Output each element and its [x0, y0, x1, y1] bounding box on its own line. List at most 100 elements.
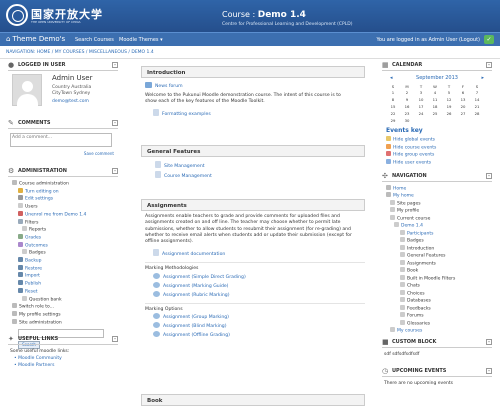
nav-item-current-course[interactable]: Current course [382, 214, 492, 223]
custom-block-header[interactable]: ■ CUSTOM BLOCK – [382, 337, 492, 348]
calendar-day[interactable]: 15 [386, 103, 400, 110]
calendar-day[interactable]: 11 [428, 96, 442, 103]
assignment-link[interactable]: Assignment (Group Marking) [145, 313, 365, 322]
collapse-icon[interactable]: – [112, 168, 118, 174]
calendar-day[interactable]: 2 [400, 89, 414, 96]
collapse-icon[interactable]: – [486, 368, 492, 375]
section-general-header[interactable]: General Features [141, 145, 365, 157]
calendar-day[interactable]: 26 [442, 110, 456, 117]
next-month-icon[interactable]: ▸ [481, 75, 484, 81]
admin-item[interactable]: Turn editing on [8, 187, 118, 196]
useful-links-block-header[interactable]: ✦ USEFUL LINKS – [8, 334, 118, 345]
course-management-link[interactable]: Course Management [155, 171, 365, 181]
nav-item-choices[interactable]: Choices [382, 289, 492, 298]
assignment-link[interactable]: Assignment (Blind Marking) [145, 322, 365, 331]
nav-item-site-pages[interactable]: Site pages [382, 199, 492, 208]
admin-item[interactable]: Unenrol me from Demo 1.4 [8, 210, 118, 219]
admin-item[interactable]: Badges [8, 249, 118, 257]
calendar-day[interactable]: 22 [386, 110, 400, 117]
nav-item-badges[interactable]: Badges [382, 237, 492, 245]
calendar-month[interactable]: September 2013 [382, 75, 492, 81]
admin-item[interactable]: My profile settings [8, 310, 118, 319]
nav-item-chats[interactable]: Chats [382, 282, 492, 290]
calendar-day[interactable]: 6 [456, 89, 470, 96]
user-name[interactable]: Admin User [52, 74, 93, 82]
calendar-day[interactable]: 4 [428, 89, 442, 96]
brand-link[interactable]: ⌂ Theme Demo's [6, 35, 65, 43]
section-introduction-header[interactable]: Introduction [141, 66, 365, 78]
user-email[interactable]: demo@test.com [52, 99, 89, 104]
admin-item[interactable]: Publish [8, 280, 118, 288]
calendar-day[interactable]: 14 [470, 96, 484, 103]
calendar-day[interactable]: 30 [400, 117, 414, 124]
nav-item-feedbacks[interactable]: Feedbacks [382, 304, 492, 313]
calendar-day[interactable]: 13 [456, 96, 470, 103]
breadcrumb[interactable]: NAVIGATION: HOME / MY COURSES / MISCELLA… [6, 50, 154, 55]
nav-item-demo[interactable]: Demo 1.4 [382, 222, 492, 230]
section-assignments-header[interactable]: Assignments [141, 199, 365, 211]
hide-group-events[interactable]: Hide group events [382, 151, 492, 159]
calendar-day[interactable]: 17 [414, 103, 428, 110]
admin-item[interactable]: Course administration [8, 180, 118, 188]
calendar-day[interactable]: 1 [386, 89, 400, 96]
admin-item[interactable]: Restore [8, 264, 118, 273]
calendar-day[interactable]: 16 [400, 103, 414, 110]
nav-item-assignments[interactable]: Assignments [382, 259, 492, 268]
assignment-link[interactable]: Assignment (Simple Direct Grading) [145, 272, 365, 282]
nav-item-databases[interactable]: Databases [382, 297, 492, 305]
navigation-block-header[interactable]: ✣ NAVIGATION – [382, 171, 492, 182]
admin-item[interactable]: Reports [8, 226, 118, 234]
comment-input[interactable] [10, 133, 112, 147]
useful-link[interactable]: • Moodle Community [8, 355, 118, 362]
calendar-day[interactable]: 25 [428, 110, 442, 117]
nav-item-book[interactable]: Book [382, 267, 492, 275]
calendar-block-header[interactable]: ▦ CALENDAR – [382, 60, 492, 71]
ok-button[interactable]: ✓ [484, 35, 494, 44]
nav-item-filters[interactable]: Built in Moodle Filters [382, 274, 492, 283]
collapse-icon[interactable]: – [486, 172, 492, 179]
site-management-link[interactable]: Site Management [155, 161, 365, 171]
nav-item-my-home[interactable]: My home [382, 192, 492, 200]
nav-item-my-profile[interactable]: My profile [382, 207, 492, 215]
calendar-day[interactable]: 10 [414, 96, 428, 103]
calendar-day[interactable]: 29 [386, 117, 400, 124]
collapse-icon[interactable]: – [112, 120, 118, 126]
logged-in-info[interactable]: You are logged in as Admin User (Logout) [377, 37, 480, 43]
admin-item[interactable]: Users [8, 203, 118, 211]
formatting-examples-link[interactable]: Formatting examples [145, 108, 365, 119]
assignment-link[interactable]: Assignment (Marking Guide) [145, 281, 365, 291]
assignment-link[interactable]: Assignment (Rubric Marking) [145, 290, 365, 300]
admin-item[interactable]: Site administration [8, 318, 118, 327]
nav-item-forums[interactable]: Forums [382, 312, 492, 320]
collapse-icon[interactable]: – [112, 62, 118, 68]
collapse-icon[interactable]: – [112, 336, 118, 342]
calendar-day[interactable]: 18 [428, 103, 442, 110]
section-book-header[interactable]: Book [141, 394, 365, 406]
nav-item-participants[interactable]: Participants [382, 229, 492, 238]
search-courses-link[interactable]: Search Courses [75, 37, 114, 43]
nav-item-home[interactable]: Home [382, 184, 492, 193]
collapse-icon[interactable]: – [486, 338, 492, 345]
calendar-day[interactable]: 3 [414, 89, 428, 96]
upcoming-events-block-header[interactable]: ◷ UPCOMING EVENTS – [382, 366, 492, 378]
calendar-day[interactable]: 23 [400, 110, 414, 117]
nav-item-my-courses[interactable]: My courses [382, 327, 492, 335]
calendar-day[interactable]: 24 [414, 110, 428, 117]
hide-course-events[interactable]: Hide course events [382, 143, 492, 152]
collapse-icon[interactable]: – [486, 62, 492, 68]
admin-item[interactable]: Question bank [8, 295, 118, 304]
calendar-day[interactable]: 21 [470, 103, 484, 110]
admin-item[interactable]: Outcomes [8, 241, 118, 250]
admin-item[interactable]: Grades [8, 233, 118, 242]
nav-item-glossaries[interactable]: Glossaries [382, 319, 492, 328]
moodle-themes-menu[interactable]: Moodle Themes ▾ [119, 37, 163, 43]
calendar-day[interactable]: 28 [470, 110, 484, 117]
admin-item[interactable]: Edit settings [8, 195, 118, 203]
hide-user-events[interactable]: Hide user events [382, 159, 492, 167]
logged-in-user-block-header[interactable]: ● LOGGED IN USER – [8, 60, 118, 71]
save-comment-link[interactable]: Save comment [8, 151, 114, 156]
calendar-day[interactable]: 9 [400, 96, 414, 103]
admin-item[interactable]: Backup [8, 257, 118, 265]
calendar-day[interactable]: 7 [470, 89, 484, 96]
calendar-day[interactable]: 20 [456, 103, 470, 110]
